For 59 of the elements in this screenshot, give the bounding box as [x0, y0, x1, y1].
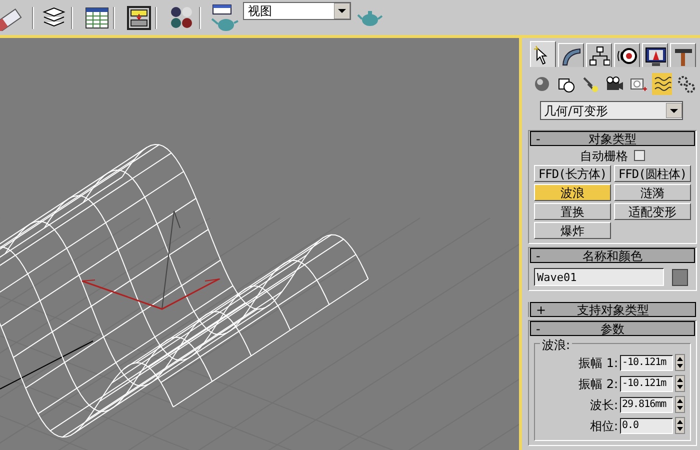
viewport[interactable] — [0, 38, 522, 450]
wave-mesh-drawing[interactable] — [0, 144, 369, 438]
field-label: 相位: — [590, 418, 618, 434]
rollout-toggle[interactable]: + — [531, 304, 545, 316]
numeric-field[interactable]: 0.0 — [620, 418, 673, 434]
dropdown-arrow-icon — [334, 3, 350, 19]
numeric-field[interactable]: -10.121m — [620, 376, 673, 392]
rollout-toggle[interactable]: - — [531, 322, 545, 334]
name-field[interactable]: Wave01 — [534, 268, 664, 286]
rollout-toggle[interactable]: - — [531, 132, 545, 144]
dropdown-arrow-icon — [666, 103, 682, 118]
dialog-icon[interactable] — [127, 6, 151, 30]
command-tab[interactable] — [586, 43, 612, 67]
spheres-icon[interactable] — [169, 6, 195, 30]
teapot-window-icon[interactable] — [211, 4, 239, 32]
field-label: 振幅 1: — [578, 354, 618, 372]
rollout-header[interactable]: - 参数 — [530, 321, 695, 336]
rollout-title: 支持对象类型 — [576, 304, 650, 316]
spinner-arrows-icon[interactable] — [675, 396, 685, 413]
rollout-title: 参数 — [600, 322, 626, 334]
rollout-toggle[interactable]: - — [531, 250, 545, 262]
object-type-button[interactable]: FFD(长方体) — [534, 165, 611, 182]
field-label: 振幅 2: — [578, 376, 618, 392]
command-tab[interactable] — [530, 41, 556, 67]
spinner-arrows-icon[interactable] — [675, 375, 685, 392]
sphere-icon — [532, 74, 552, 94]
object-type-button[interactable]: 适配变形 — [614, 203, 691, 220]
category-button[interactable] — [652, 73, 672, 95]
object-type-button[interactable]: 置换 — [534, 203, 611, 220]
command-tab[interactable] — [558, 43, 584, 67]
field-label: 波长: — [590, 396, 618, 414]
spinner-arrows-icon[interactable] — [675, 417, 685, 434]
rollout-header[interactable]: + 支持对象类型 — [530, 302, 696, 317]
autogrid-checkbox[interactable] — [634, 150, 645, 161]
numeric-field[interactable]: 29.816mm — [620, 396, 673, 412]
gizmo-drawing[interactable] — [82, 210, 220, 310]
view-dropdown[interactable]: 视图 — [243, 2, 351, 20]
command-tab[interactable] — [670, 43, 696, 67]
rollout-title: 对象类型 — [588, 132, 638, 144]
object-type-button[interactable]: 爆炸 — [534, 222, 611, 239]
object-type-button[interactable]: 涟漪 — [614, 184, 691, 201]
spinner-arrows-icon[interactable] — [675, 354, 685, 371]
numeric-field[interactable]: -10.121m — [620, 354, 673, 370]
command-tab[interactable] — [614, 43, 640, 67]
object-type-button[interactable]: FFD(圆柱体) — [614, 165, 691, 182]
hierarchy-icon — [588, 44, 610, 66]
object-type-button[interactable]: 波浪 — [534, 184, 611, 201]
autogrid-label: 自动栅格 — [580, 148, 628, 164]
wave-lines-icon — [652, 74, 672, 94]
rollout-header[interactable]: - 名称和颜色 — [530, 248, 695, 263]
command-tab[interactable] — [642, 43, 668, 67]
color-swatch[interactable] — [672, 268, 688, 286]
category-dropdown[interactable]: 几何/可变形 — [540, 101, 683, 120]
rollout-title: 名称和颜色 — [582, 250, 644, 262]
table-icon[interactable] — [85, 6, 109, 28]
rollout-header[interactable]: - 对象类型 — [530, 131, 695, 146]
monitor-icon — [644, 44, 666, 66]
category-button[interactable] — [676, 73, 696, 95]
gears-icon — [676, 74, 696, 94]
